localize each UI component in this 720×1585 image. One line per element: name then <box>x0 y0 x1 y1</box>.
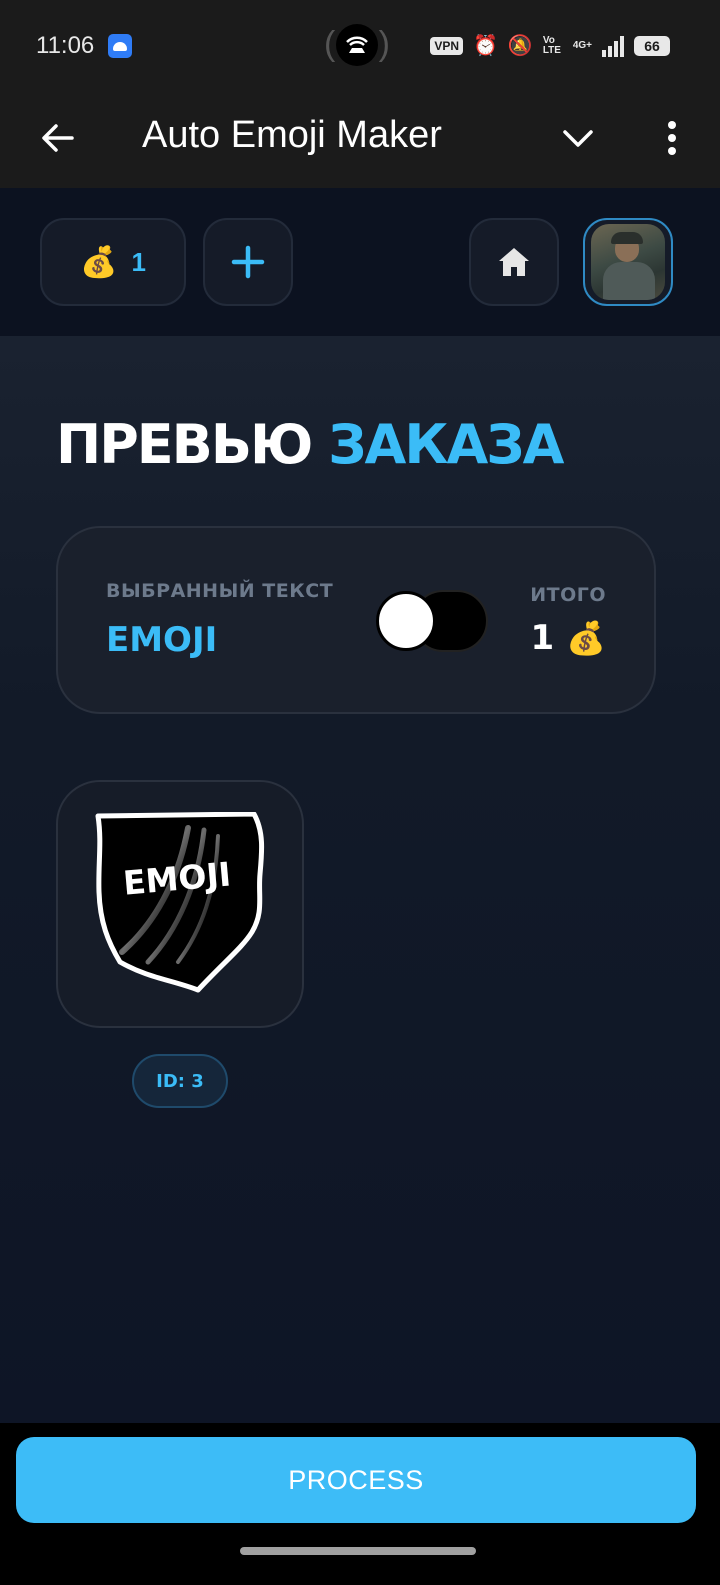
profile-avatar-button[interactable] <box>583 218 673 306</box>
status-time: 11:06 <box>36 32 95 59</box>
page-title-part2: ЗАКАЗА <box>328 413 564 476</box>
app-title: Auto Emoji Maker <box>142 114 442 156</box>
balance-button[interactable]: 💰 1 <box>40 218 186 306</box>
order-summary-card: ВЫБРАННЫЙ ТЕКСТ EMOJI ИТОГО 1 💰 <box>56 526 656 714</box>
emoji-preview-tile[interactable]: EMOJI <box>56 780 304 1028</box>
status-bar: 11:06 ( ) VPN ⏰ 🔕 Vo LTE 4G+ 66 <box>0 0 720 88</box>
gesture-home-indicator[interactable] <box>240 1547 476 1555</box>
alarm-icon: ⏰ <box>473 35 498 57</box>
battery-icon: 66 <box>634 36 670 56</box>
hotspot-cast-icon: ( ) <box>324 22 390 68</box>
order-preview-section: ПРЕВЬЮ ЗАКАЗА ВЫБРАННЫЙ ТЕКСТ EMOJI ИТОГ… <box>0 336 720 1423</box>
avatar <box>591 224 665 300</box>
more-vertical-icon <box>668 121 676 155</box>
web-header: 💰 1 <box>0 188 720 336</box>
page-title-part1: ПРЕВЬЮ <box>56 413 313 476</box>
home-icon <box>499 248 529 276</box>
total-amount: 1 <box>530 618 555 658</box>
toggle-knob <box>376 591 436 651</box>
toggle-switch[interactable] <box>376 590 488 652</box>
network-type: 4G+ <box>572 40 592 51</box>
android-notification-icon <box>108 34 132 58</box>
app-bar: Auto Emoji Maker <box>0 88 720 188</box>
emoji-shield-image: EMOJI <box>95 812 265 993</box>
vpn-icon: VPN <box>430 37 463 55</box>
back-button[interactable] <box>30 110 86 166</box>
total-value: 1 💰 <box>530 618 606 658</box>
selected-text-value: EMOJI <box>106 620 218 660</box>
process-button[interactable]: PROCESS <box>16 1437 696 1523</box>
total-label: ИТОГО <box>530 584 606 606</box>
bottom-bar: PROCESS <box>0 1423 720 1585</box>
status-icons: VPN ⏰ 🔕 Vo LTE 4G+ 66 <box>430 32 670 60</box>
selected-text-label: ВЫБРАННЫЙ ТЕКСТ <box>106 580 334 602</box>
page-title: ПРЕВЬЮ ЗАКАЗА <box>56 410 564 480</box>
overflow-menu-button[interactable] <box>644 110 700 166</box>
emoji-id-badge: ID: 3 <box>132 1054 228 1108</box>
balance-value: 1 <box>131 246 146 277</box>
chevron-down-icon <box>563 130 593 147</box>
home-button[interactable] <box>469 218 559 306</box>
plus-icon <box>231 245 265 279</box>
add-balance-button[interactable] <box>203 218 293 306</box>
signal-icon <box>602 35 624 57</box>
volte-icon: Vo LTE <box>542 35 561 56</box>
arrow-left-icon <box>42 124 74 152</box>
dropdown-button[interactable] <box>550 110 606 166</box>
mute-icon: 🔕 <box>507 35 533 57</box>
money-bag-icon: 💰 <box>566 620 606 656</box>
money-bag-icon: 💰 <box>80 245 118 279</box>
